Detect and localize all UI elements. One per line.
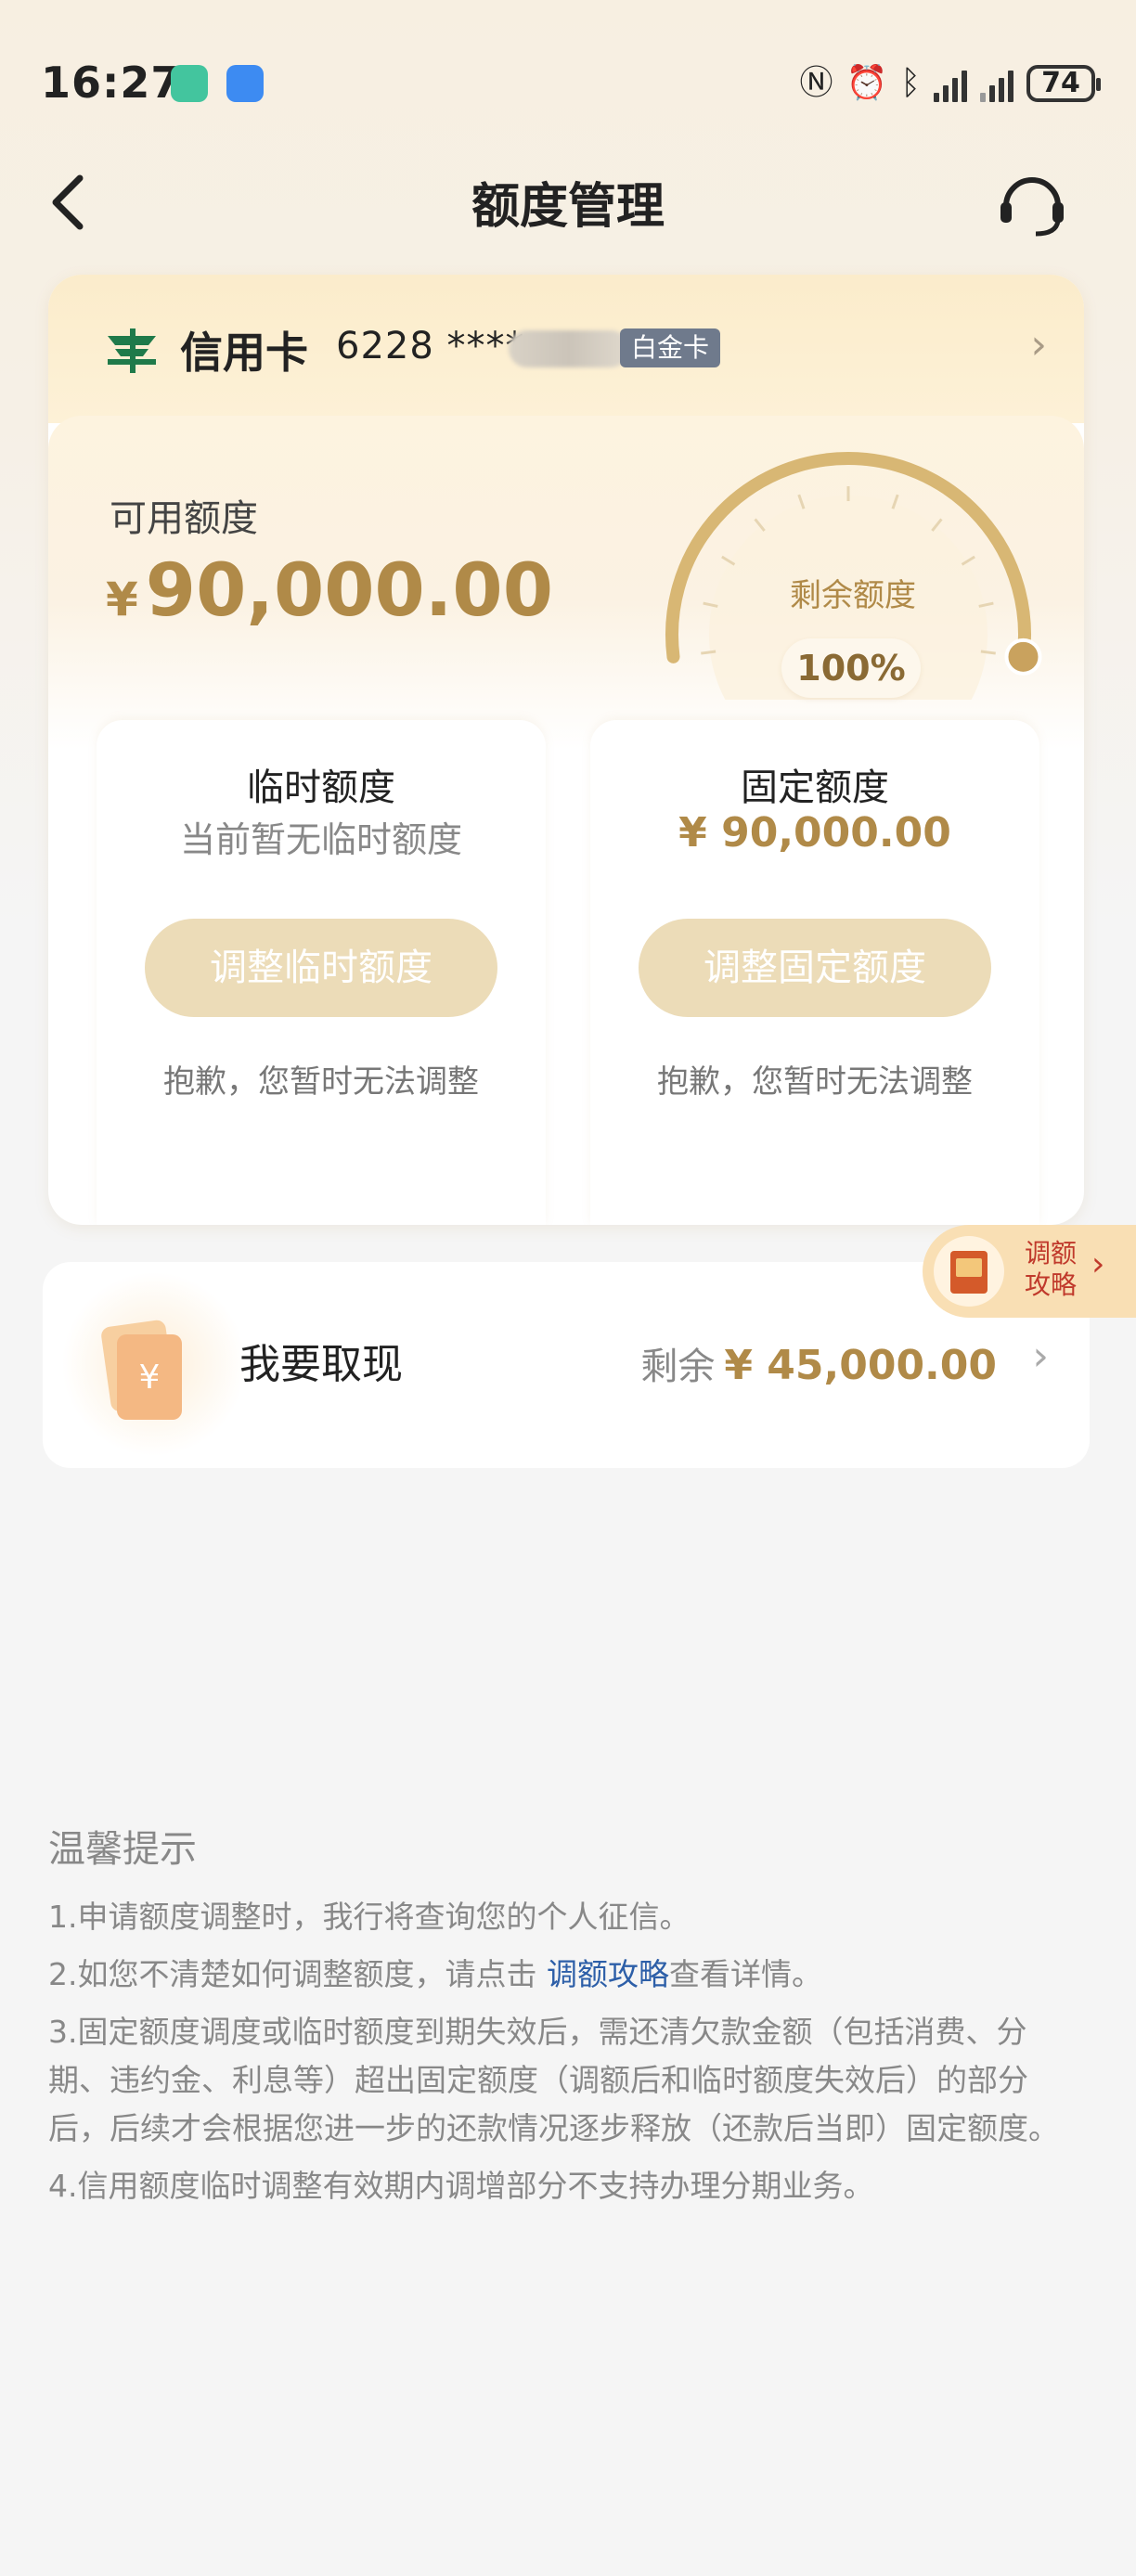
card-selector[interactable]: 信用卡 6228 **** 白金卡 › (48, 275, 1084, 423)
withdraw-label: 我要取现 (239, 1341, 403, 1388)
chevron-right-icon: › (1091, 1245, 1105, 1283)
card-number: 6228 **** (336, 325, 525, 367)
status-bar: 16:27 Ⓝ ⏰ ᛒ 74 (41, 56, 1101, 111)
temporary-limit-title: 临时额度 (247, 766, 395, 809)
postal-bank-logo-icon (108, 328, 156, 373)
tip-item: 2.如您不清楚如何调整额度，请点击 调额攻略查看详情。 (48, 1951, 1088, 1999)
gauge-percent: 100% (781, 638, 921, 698)
guide-line-1: 调额 (1025, 1238, 1078, 1269)
gauge-tick (980, 650, 996, 655)
tips-section: 温馨提示 1.申请额度调整时，我行将查询您的个人征信。 2.如您不清楚如何调整额… (48, 1819, 1088, 2220)
fixed-limit-title: 固定额度 (741, 766, 889, 809)
guide-book-icon (934, 1236, 1004, 1307)
status-time: 16:27 (41, 58, 182, 108)
limit-guide-float-button[interactable]: 调额 攻略 › (923, 1225, 1136, 1318)
status-icons: Ⓝ ⏰ ᛒ 74 (799, 61, 1101, 106)
gauge-tick (701, 650, 716, 655)
tip-item: 1.申请额度调整时，我行将查询您的个人征信。 (48, 1899, 691, 1935)
tip-text: 2.如您不清楚如何调整额度，请点击 (48, 1956, 547, 1992)
guide-text: 调额 攻略 (1025, 1238, 1090, 1301)
adjust-temporary-limit-button[interactable]: 调整临时额度 (145, 919, 497, 1017)
credit-limit-card: 信用卡 6228 **** 白金卡 › 可用额度 ¥90,000.00 剩余额度… (48, 275, 1084, 1225)
battery-indicator: 74 (1026, 65, 1101, 102)
currency-symbol: ¥ (106, 573, 138, 626)
fixed-limit-panel: 固定额度 ¥ 90,000.00 调整固定额度 抱歉，您暂时无法调整 (590, 720, 1039, 1225)
withdraw-remaining-amount: ¥ 45,000.00 (724, 1342, 997, 1389)
signal-icon (934, 65, 967, 102)
available-amount-value: 90,000.00 (145, 549, 553, 633)
gauge-label: 剩余额度 (790, 577, 916, 614)
message-app-icon (226, 65, 264, 102)
tip-item: 3.固定额度调度或临时额度到期失效后，需还清欠款金额（包括消费、分期、违约金、利… (48, 2014, 1059, 2146)
gauge-knob (1004, 638, 1042, 676)
tip-text: 查看详情。 (668, 1956, 822, 1992)
available-limit-label: 可用额度 (110, 497, 258, 540)
tip-item: 4.信用额度临时调整有效期内调增部分不支持办理分期业务。 (48, 2168, 874, 2204)
adjust-fixed-limit-button[interactable]: 调整固定额度 (639, 919, 991, 1017)
masked-card-digits (509, 330, 629, 367)
signal-icon (980, 65, 1013, 102)
page-title: 额度管理 (471, 179, 665, 235)
cash-card-icon: ¥ (101, 1320, 182, 1420)
alarm-icon: ⏰ (846, 64, 888, 102)
temporary-limit-note: 抱歉，您暂时无法调整 (163, 1063, 479, 1101)
chevron-right-icon: › (1030, 321, 1047, 368)
guide-line-2: 攻略 (1025, 1269, 1078, 1300)
chevron-right-icon: › (1032, 1333, 1049, 1380)
withdraw-remaining: 剩余 ¥ 45,000.00 (640, 1336, 997, 1390)
fixed-limit-note: 抱歉，您暂时无法调整 (657, 1063, 973, 1101)
card-type-label: 信用卡 (180, 328, 308, 378)
headset-icon (1000, 177, 1064, 237)
mi-app-icon (171, 65, 208, 102)
withdraw-remaining-label: 剩余 (640, 1346, 716, 1388)
nfc-icon: Ⓝ (799, 64, 833, 102)
fixed-limit-value: ¥ 90,000.00 (678, 809, 951, 857)
temporary-limit-panel: 临时额度 当前暂无临时额度 调整临时额度 抱歉，您暂时无法调整 (97, 720, 546, 1225)
limit-guide-link[interactable]: 调额攻略 (547, 1956, 669, 1992)
tips-title: 温馨提示 (48, 1828, 197, 1871)
temporary-limit-desc: 当前暂无临时额度 (179, 819, 462, 860)
customer-service-button[interactable] (995, 165, 1069, 239)
available-limit-amount: ¥90,000.00 (106, 549, 553, 633)
card-tier-badge: 白金卡 (620, 328, 721, 367)
svg-text:¥: ¥ (139, 1359, 161, 1397)
bluetooth-icon: ᛒ (900, 64, 921, 102)
